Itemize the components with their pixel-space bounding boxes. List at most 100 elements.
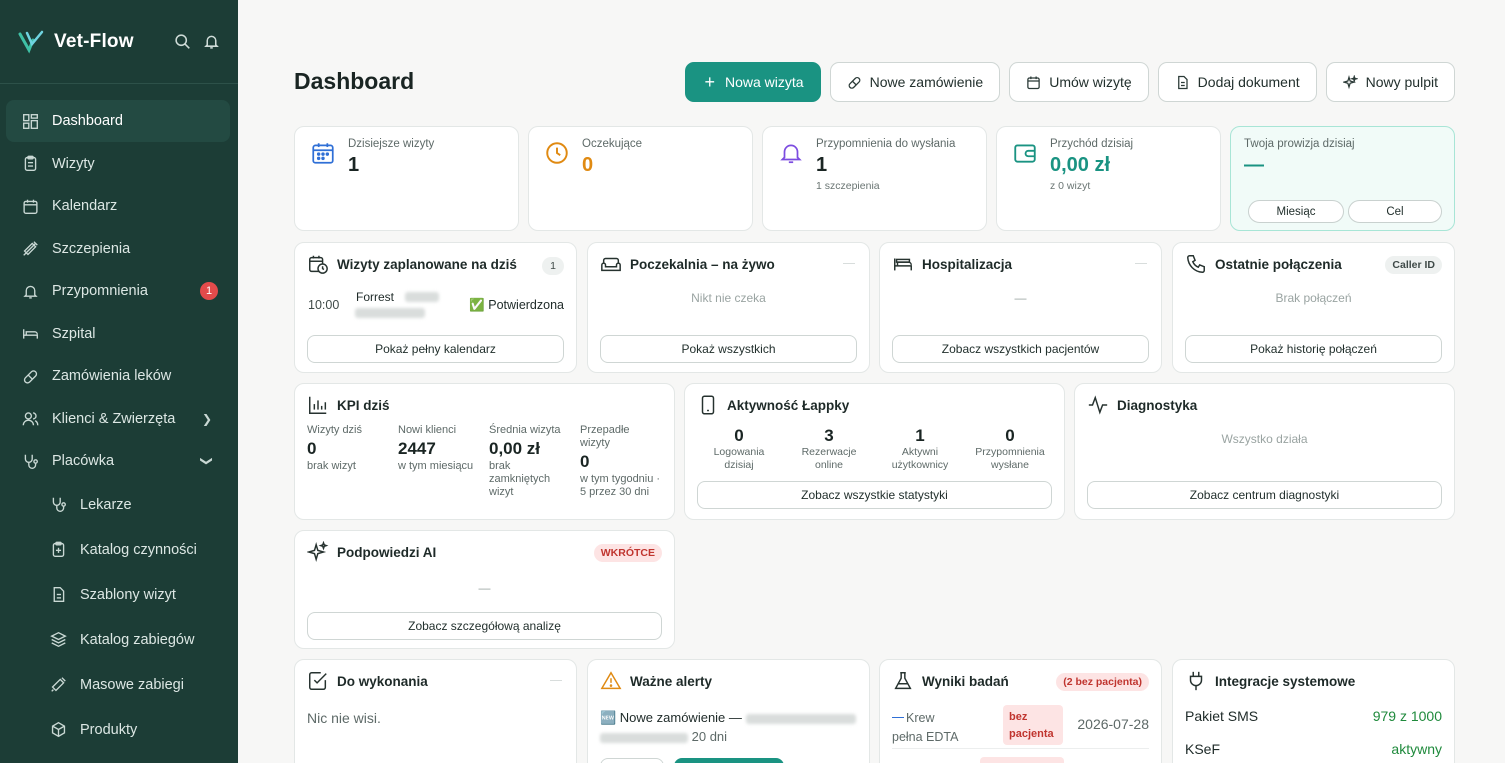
alert-primary-button[interactable] bbox=[674, 758, 784, 763]
add-document-button[interactable]: Dodaj dokument bbox=[1157, 62, 1317, 102]
sidebar-item-label: Zamówienia leków bbox=[52, 368, 172, 384]
kpi-sub: brak wizyt bbox=[307, 460, 356, 472]
phone-icon bbox=[1187, 255, 1205, 273]
empty-state: Wszystko działa bbox=[1221, 432, 1308, 446]
kpi-avg-visit: Średnia wizyta 0,00 zł brak zamkniętych … bbox=[489, 424, 573, 499]
sidebar-item-przypomnienia[interactable]: Przypomnienia 1 bbox=[6, 270, 230, 312]
widget-title: Poczekalnia – na żywo bbox=[630, 257, 775, 272]
sidebar-item-label: Szablony wizyt bbox=[80, 586, 176, 603]
show-calendar-button[interactable]: Pokaż pełny kalendarz bbox=[307, 335, 564, 363]
call-history-button[interactable]: Pokaż historię połączeń bbox=[1185, 335, 1442, 363]
activity-icon bbox=[1088, 395, 1108, 415]
show-all-waiting-button[interactable]: Pokaż wszystkich bbox=[600, 335, 857, 363]
month-button[interactable]: Miesiąc bbox=[1248, 200, 1344, 223]
activity-label: Przypomnienia wysłane bbox=[975, 446, 1045, 471]
sidebar-item-dashboard[interactable]: Dashboard bbox=[6, 100, 230, 142]
detailed-analysis-button[interactable]: Zobacz szczegółową analizę bbox=[307, 612, 662, 640]
stat-reminders[interactable]: Przypomnienia do wysłania 1 1 szczepieni… bbox=[762, 126, 987, 231]
no-patient-badge: bez pacjenta bbox=[1003, 705, 1063, 745]
sidebar-item-szczepienia[interactable]: Szczepienia bbox=[6, 228, 230, 270]
stat-commission[interactable]: Twoja prowizja dzisiaj — Miesiąc Cel bbox=[1230, 126, 1455, 231]
app-name: Vet-Flow bbox=[54, 30, 134, 52]
sidebar-item-label: Lekarze bbox=[80, 496, 132, 513]
sidebar-item-produkty[interactable]: Produkty bbox=[6, 708, 230, 753]
integration-row[interactable]: Pakiet SMS 979 z 1000 bbox=[1185, 708, 1442, 730]
pill-icon bbox=[23, 369, 38, 384]
sidebar-item-label: Placówka bbox=[52, 453, 115, 469]
widget-menu-dash[interactable] bbox=[1135, 263, 1147, 264]
sidebar-item-label: Szczepienia bbox=[52, 240, 131, 257]
check-square-icon bbox=[309, 672, 327, 690]
plus-icon: + bbox=[704, 72, 715, 92]
sparkles-icon bbox=[307, 541, 329, 562]
bell-icon[interactable] bbox=[203, 33, 220, 50]
page-title: Dashboard bbox=[294, 68, 415, 94]
sidebar-item-szpital[interactable]: Szpital bbox=[6, 313, 230, 355]
activity-users: 1 Aktywni użytkownicy bbox=[880, 426, 960, 472]
stat-revenue[interactable]: Przychód dzisiaj 0,00 zł z 0 wizyt bbox=[996, 126, 1221, 231]
sidebar-item-zamowienia[interactable]: Zamówienia leków bbox=[6, 355, 230, 397]
logo[interactable]: Vet-Flow bbox=[18, 30, 134, 54]
widget-title: Wyniki badań bbox=[922, 674, 1009, 689]
bell-icon bbox=[23, 285, 38, 299]
sidebar-item-klienci[interactable]: Klienci & Zwierzęta ❯ bbox=[6, 398, 230, 440]
sidebar-item-katalog-zabiegow[interactable]: Katalog zabiegów bbox=[6, 618, 230, 663]
kpi-value: 0 bbox=[580, 452, 590, 471]
sidebar-nav: Dashboard Wizyty Kalendarz Szczepienia P… bbox=[0, 84, 238, 752]
bell-icon bbox=[780, 144, 802, 164]
sidebar-item-label: Katalog czynności bbox=[80, 541, 197, 558]
integration-row[interactable]: KSeF aktywny bbox=[1185, 741, 1442, 763]
widget-title: Diagnostyka bbox=[1117, 398, 1198, 413]
sidebar-item-szablony[interactable]: Szablony wizyt bbox=[6, 573, 230, 618]
pill-icon bbox=[848, 76, 861, 89]
widget-todo: Do wykonania Nic nie wisi. bbox=[294, 659, 577, 763]
activity-label: Aktywni użytkownicy bbox=[891, 446, 949, 471]
stat-sub: z 0 wizyt bbox=[1050, 180, 1091, 192]
sidebar-item-masowe[interactable]: Masowe zabiegi bbox=[6, 663, 230, 708]
sidebar-item-placowka[interactable]: Placówka ❯ bbox=[6, 440, 230, 482]
new-desk-button[interactable]: Nowy pulpit bbox=[1325, 62, 1455, 102]
calendar-icon bbox=[23, 199, 38, 214]
diagnostics-center-button[interactable]: Zobacz centrum diagnostyki bbox=[1087, 481, 1442, 509]
widget-title: Wizyty zaplanowane na dziś bbox=[337, 257, 517, 272]
new-order-label: Nowe zamówienie bbox=[869, 74, 984, 90]
show-patients-button[interactable]: Zobacz wszystkich pacjentów bbox=[892, 335, 1149, 363]
sidebar-item-wizyty[interactable]: Wizyty bbox=[6, 143, 230, 185]
activity-label: Rezerwacje online bbox=[801, 446, 857, 471]
search-icon[interactable] bbox=[174, 33, 191, 50]
widget-lab-results: Wyniki badań (2 bez pacjenta) Krew pełna… bbox=[879, 659, 1162, 763]
alert-action-button[interactable] bbox=[600, 758, 664, 763]
stat-today-visits[interactable]: Dzisiejsze wizyty 1 bbox=[294, 126, 519, 231]
visit-row[interactable]: 10:00 Forrest ✅ Potwierdzona bbox=[307, 289, 564, 323]
kpi-label: Średnia wizyta bbox=[489, 424, 561, 436]
alert-item[interactable]: 🆕 Nowe zamówienie — 20 dni bbox=[600, 708, 857, 746]
kpi-label: Wizyty dziś bbox=[307, 424, 362, 436]
stat-label: Twoja prowizja dzisiaj bbox=[1244, 138, 1355, 150]
widget-title: Ważne alerty bbox=[630, 674, 713, 689]
sidebar-item-katalog-czynnosci[interactable]: Katalog czynności bbox=[6, 528, 230, 573]
stat-pending[interactable]: Oczekujące 0 bbox=[528, 126, 753, 231]
all-stats-button[interactable]: Zobacz wszystkie statystyki bbox=[697, 481, 1052, 509]
widget-menu-dash[interactable] bbox=[843, 263, 855, 264]
widget-title: Hospitalizacja bbox=[922, 257, 1013, 272]
goal-button[interactable]: Cel bbox=[1348, 200, 1442, 223]
new-order-button[interactable]: Nowe zamówienie bbox=[829, 62, 1001, 102]
stat-value: — bbox=[1244, 154, 1264, 176]
visits-count-badge: 1 bbox=[542, 257, 564, 275]
sidebar-item-label: Przypomnienia bbox=[52, 283, 148, 299]
kpi-new-clients: Nowi klienci 2447 w tym miesiącu bbox=[398, 424, 483, 473]
schedule-visit-label: Umów wizytę bbox=[1049, 74, 1132, 90]
widget-menu-dash[interactable] bbox=[550, 680, 562, 681]
activity-value: 1 bbox=[915, 426, 925, 445]
sidebar-item-lekarze[interactable]: Lekarze bbox=[6, 483, 230, 528]
new-visit-button[interactable]: + Nowa wizyta bbox=[685, 62, 821, 102]
activity-value: 0 bbox=[1005, 426, 1015, 445]
widget-title: Ostatnie połączenia bbox=[1215, 257, 1342, 272]
integration-value: aktywny bbox=[1391, 741, 1442, 757]
kpi-label: Nowi klienci bbox=[398, 424, 457, 436]
result-row[interactable]: Krew pełna EDTA bez pacjenta 2026-07-28 bbox=[892, 704, 1149, 749]
schedule-visit-button[interactable]: Umów wizytę bbox=[1009, 62, 1149, 102]
sidebar-item-label: Klienci & Zwierzęta bbox=[52, 410, 176, 427]
sidebar-item-kalendarz[interactable]: Kalendarz bbox=[6, 185, 230, 227]
stat-label: Przypomnienia do wysłania bbox=[816, 138, 956, 150]
